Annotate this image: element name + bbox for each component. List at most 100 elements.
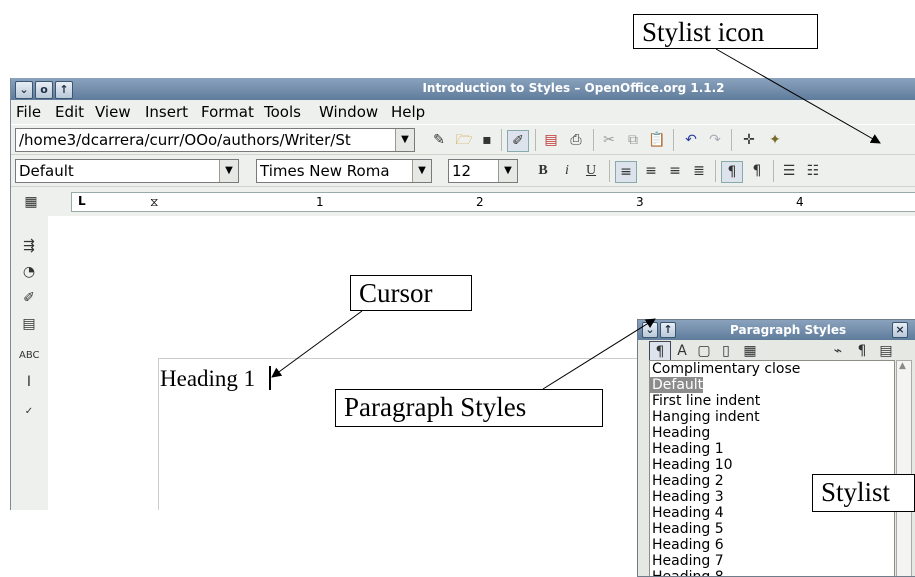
frame-styles-icon[interactable]: ▢	[694, 341, 714, 361]
edit-mode-icon[interactable]: ✐	[507, 130, 529, 152]
style-item[interactable]: First line indent	[650, 393, 894, 409]
toolbar-separator	[715, 160, 716, 182]
bold-button[interactable]: B	[533, 161, 553, 181]
style-item[interactable]: Heading 1	[650, 441, 894, 457]
insert-fields-icon[interactable]: ABC	[19, 346, 40, 366]
stylist-panel: ⌄ ↑ Paragraph Styles × ¶ A ▢ ▯ ▦ ⌁ ¶ ▤ C…	[637, 319, 915, 577]
callout-stylist: Stylist	[812, 474, 915, 512]
toolbar-separator	[609, 160, 610, 182]
menu-view[interactable]: View	[95, 103, 131, 121]
cut-icon[interactable]: ✂	[599, 130, 619, 150]
text-cursor-icon[interactable]: I	[19, 372, 39, 392]
menu-help[interactable]: Help	[391, 103, 425, 121]
font-size-combo[interactable]: 12 ▼	[448, 159, 518, 183]
style-item[interactable]: Heading	[650, 425, 894, 441]
stylist-title-bar: ⌄ ↑ Paragraph Styles ×	[638, 320, 915, 340]
callout-paragraph-styles: Paragraph Styles	[335, 389, 603, 427]
tab-type-marker[interactable]: L	[78, 194, 86, 208]
menu-file[interactable]: File	[16, 103, 41, 121]
stylist-close-button[interactable]: ×	[892, 322, 908, 338]
list-styles-icon[interactable]: ▦	[740, 341, 760, 361]
bullets-icon[interactable]: ☷	[803, 161, 823, 181]
main-toolbar: ⇶ ◔ ✐ ▤ ABC I ✓	[11, 216, 47, 510]
style-item[interactable]: Heading 7	[650, 553, 894, 569]
print-icon[interactable]: ⎙	[566, 130, 586, 150]
underline-button[interactable]: U	[581, 161, 601, 181]
character-styles-icon[interactable]: A	[672, 341, 692, 361]
chevron-down-icon[interactable]: ▼	[412, 160, 431, 182]
page-styles-icon[interactable]: ▯	[716, 341, 736, 361]
insert-object-icon[interactable]: ◔	[19, 262, 39, 282]
rtl-paragraph-icon[interactable]: ¶	[747, 161, 767, 181]
stylist-scrollbar[interactable]: ▲	[896, 360, 912, 576]
chevron-down-icon[interactable]: ▼	[498, 160, 517, 182]
menu-insert[interactable]: Insert	[145, 103, 188, 121]
style-list[interactable]: Complimentary close Default First line i…	[649, 360, 895, 576]
menu-bar: File Edit View Insert Format Tools Windo…	[11, 100, 915, 124]
style-item-selected[interactable]: Default	[650, 377, 704, 393]
menu-edit[interactable]: Edit	[55, 103, 84, 121]
style-item[interactable]: Hanging indent	[650, 409, 894, 425]
toolbar-separator	[673, 129, 674, 151]
navigator-icon[interactable]: ✛	[739, 130, 759, 150]
paragraph-style-combo[interactable]: Default ▼	[15, 159, 239, 183]
font-size-value: 12	[452, 162, 472, 180]
paste-icon[interactable]: 📋	[647, 130, 667, 150]
fill-format-mode-icon[interactable]: ⌁	[828, 341, 848, 361]
style-item[interactable]: Heading 8	[650, 569, 894, 576]
horizontal-ruler[interactable]: L ⧖ 1 2 3 4	[71, 192, 915, 212]
form-functions-icon[interactable]: ▤	[19, 314, 39, 334]
chevron-down-icon[interactable]: ▼	[219, 160, 238, 182]
ruler-number: 3	[636, 195, 644, 209]
new-style-from-selection-icon[interactable]: ¶	[852, 341, 872, 361]
toolbar-separator	[731, 129, 732, 151]
toolbar-separator	[535, 129, 536, 151]
update-style-icon[interactable]: ▤	[876, 341, 896, 361]
table-icon[interactable]: ▦	[21, 192, 41, 212]
menu-window[interactable]: Window	[319, 103, 378, 121]
ruler-number: 2	[476, 195, 484, 209]
font-name-combo[interactable]: Times New Roma ▼	[256, 159, 432, 183]
align-right-icon[interactable]: ≡	[665, 161, 685, 181]
redo-icon[interactable]: ↷	[705, 130, 725, 150]
align-left-icon[interactable]: ≡	[615, 161, 637, 183]
style-item[interactable]: Complimentary close	[650, 361, 894, 377]
callout-cursor: Cursor	[350, 275, 472, 311]
document-heading-text[interactable]: Heading 1	[160, 366, 255, 392]
menu-tools[interactable]: Tools	[264, 103, 301, 121]
ruler-number: 4	[796, 195, 804, 209]
save-icon[interactable]: ▪	[477, 130, 497, 150]
numbering-icon[interactable]: ☰	[779, 161, 799, 181]
title-bar: ⌄ o ↑ Introduction to Styles – OpenOffic…	[11, 78, 915, 100]
window-title: Introduction to Styles – OpenOffice.org …	[422, 81, 725, 95]
toolbar-separator	[593, 129, 594, 151]
ruler-number: 1	[316, 195, 324, 209]
paragraph-style-value: Default	[19, 162, 74, 180]
path-value: /home3/dcarrera/curr/OOo/authors/Writer/…	[19, 131, 351, 149]
stylist-maximize-button[interactable]: ↑	[660, 322, 676, 338]
style-item[interactable]: Heading 6	[650, 537, 894, 553]
toolbar-separator	[773, 160, 774, 182]
copy-icon[interactable]: ⧉	[623, 130, 643, 150]
insert-icon[interactable]: ⇶	[19, 236, 39, 256]
align-center-icon[interactable]: ≡	[641, 161, 661, 181]
path-combo[interactable]: /home3/dcarrera/curr/OOo/authors/Writer/…	[15, 128, 415, 152]
open-folder-icon[interactable]: 🗁	[454, 130, 474, 150]
toolbar-separator	[501, 129, 502, 151]
style-item[interactable]: Heading 5	[650, 521, 894, 537]
indent-marker-icon[interactable]: ⧖	[150, 195, 158, 210]
stylist-menu-button[interactable]: ⌄	[642, 322, 658, 338]
show-draw-functions-icon[interactable]: ✐	[19, 288, 39, 308]
spellcheck-icon[interactable]: ✓	[19, 402, 39, 422]
chevron-down-icon[interactable]: ▼	[395, 129, 414, 151]
export-pdf-icon[interactable]: ▤	[541, 130, 561, 150]
justify-icon[interactable]: ≣	[689, 161, 709, 181]
menu-format[interactable]: Format	[201, 103, 254, 121]
style-item[interactable]: Heading 10	[650, 457, 894, 473]
ltr-paragraph-icon[interactable]: ¶	[721, 161, 743, 183]
scroll-up-icon[interactable]: ▲	[899, 361, 906, 371]
edit-file-icon[interactable]: ✎	[429, 130, 449, 150]
italic-button[interactable]: i	[557, 161, 577, 181]
undo-icon[interactable]: ↶	[681, 130, 701, 150]
stylist-icon[interactable]: ✦	[765, 130, 785, 150]
